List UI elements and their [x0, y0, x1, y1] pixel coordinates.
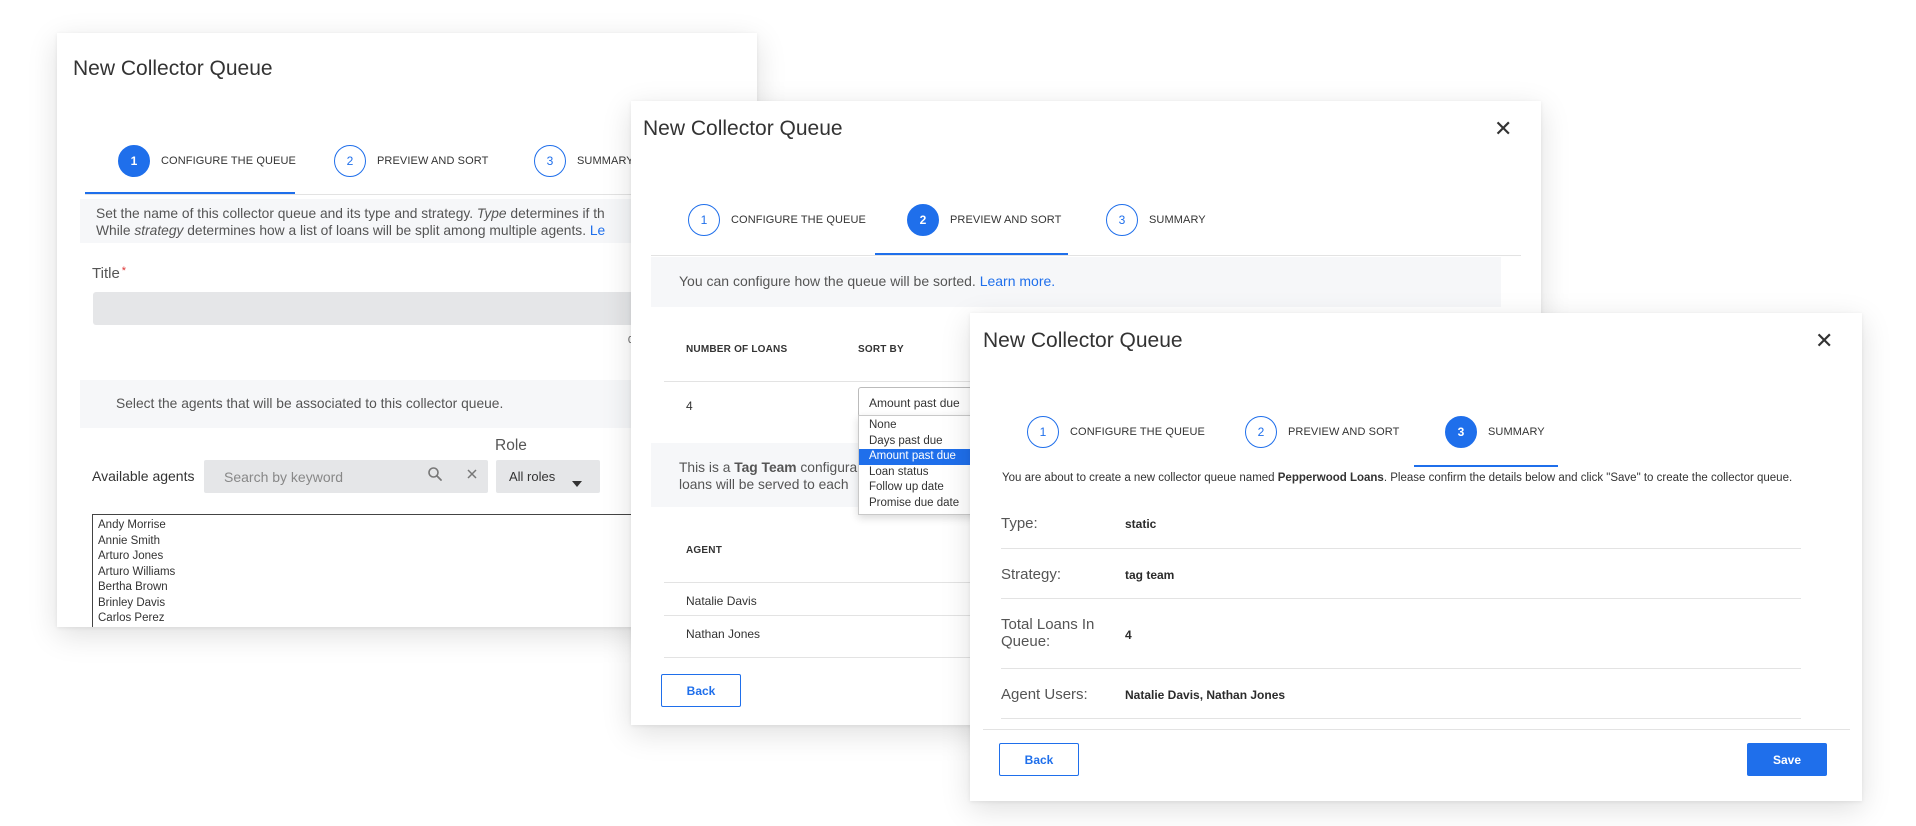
step-summary[interactable]: 3 SUMMARY [1106, 204, 1206, 236]
search-icon[interactable] [427, 466, 443, 487]
table-row: Nathan Jones [686, 627, 761, 641]
agent-search-box[interactable]: Search by keyword [204, 460, 488, 493]
summary-label-total-loans: Total Loans In Queue: [1001, 616, 1095, 650]
sort-option[interactable]: Loan status [859, 465, 987, 481]
step-number: 3 [1106, 204, 1138, 236]
intro-text: While [96, 223, 135, 238]
step-configure-queue[interactable]: 1 CONFIGURE THE QUEUE [1027, 416, 1205, 448]
step-number: 2 [907, 204, 939, 236]
clear-icon[interactable] [465, 467, 479, 486]
step-label: CONFIGURE THE QUEUE [161, 155, 296, 167]
queue-name: Pepperwood Loans [1277, 472, 1384, 484]
loan-count: 4 [686, 399, 693, 413]
intro-type: Type [476, 206, 507, 221]
sort-option[interactable]: Promise due date [859, 496, 987, 512]
summary-divider [1001, 668, 1801, 669]
close-icon[interactable]: ✕ [1815, 330, 1833, 352]
step-label: PREVIEW AND SORT [1288, 426, 1400, 438]
title-label-text: Title [92, 265, 120, 282]
sort-option-selected[interactable]: Amount past due [859, 449, 987, 465]
sort-info: You can configure how the queue will be … [651, 257, 1501, 307]
step-label: CONFIGURE THE QUEUE [1070, 426, 1205, 438]
active-tab-underline [1414, 465, 1558, 467]
step-label: SUMMARY [1149, 214, 1206, 226]
footer-divider [983, 729, 1850, 730]
learn-more-link[interactable]: Le [590, 223, 605, 238]
step-preview-sort[interactable]: 2 PREVIEW AND SORT [334, 145, 488, 177]
available-agents-label: Available agents [92, 468, 195, 484]
step-number: 1 [1027, 416, 1059, 448]
sort-option[interactable]: None [859, 418, 987, 434]
required-asterisk: * [121, 265, 127, 277]
agents-info-text: Select the agents that will be associate… [116, 396, 504, 411]
sort-option[interactable]: Follow up date [859, 480, 987, 496]
sort-by-select[interactable]: Amount past due [858, 387, 988, 417]
summary-value-strategy: tag team [1125, 568, 1175, 582]
column-sort-by: SORT BY [858, 344, 904, 355]
sort-by-value: Amount past due [869, 396, 960, 410]
table-row: Natalie Davis [686, 594, 757, 608]
step-summary[interactable]: 3 SUMMARY [1445, 416, 1545, 448]
step-label: SUMMARY [1488, 426, 1545, 438]
step-label: CONFIGURE THE QUEUE [731, 214, 866, 226]
column-number-of-loans: NUMBER OF LOANS [686, 344, 788, 355]
learn-more-link[interactable]: Learn more. [980, 273, 1055, 289]
tag-info-text: configura [796, 460, 858, 475]
back-button[interactable]: Back [999, 743, 1079, 776]
dialog-title: New Collector Queue [73, 57, 273, 80]
step-preview-sort[interactable]: 2 PREVIEW AND SORT [907, 204, 1061, 236]
sort-options-dropdown[interactable]: None Days past due Amount past due Loan … [858, 415, 988, 515]
summary-label-type: Type: [1001, 515, 1038, 532]
step-configure-queue[interactable]: 1 CONFIGURE THE QUEUE [688, 204, 866, 236]
step-number: 3 [534, 145, 566, 177]
save-button[interactable]: Save [1747, 743, 1827, 776]
intro-text: determines how a list of loans will be s… [183, 223, 590, 238]
role-select[interactable]: All roles [496, 460, 600, 493]
sort-option[interactable]: Days past due [859, 434, 987, 450]
sort-info-text: You can configure how the queue will be … [679, 273, 980, 289]
dialog-title: New Collector Queue [643, 117, 843, 140]
step-summary[interactable]: 3 SUMMARY [534, 145, 634, 177]
intro-text: Set the name of this collector queue and… [96, 206, 477, 221]
column-agent: AGENT [686, 545, 722, 556]
role-label: Role [495, 437, 527, 454]
intro-text: determines if th [506, 206, 605, 221]
step-number: 2 [1245, 416, 1277, 448]
step-configure-queue[interactable]: 1 CONFIGURE THE QUEUE [118, 145, 296, 177]
tag-info-text: This is a [679, 460, 735, 475]
summary-label-agent-users: Agent Users: [1001, 686, 1088, 703]
confirm-text: You are about to create a new collector … [1002, 472, 1792, 484]
summary-value-total-loans: 4 [1125, 628, 1132, 642]
step-number: 3 [1445, 416, 1477, 448]
search-input[interactable]: Search by keyword [224, 469, 343, 485]
step-number: 1 [688, 204, 720, 236]
caret-down-icon [572, 474, 582, 492]
step-number: 2 [334, 145, 366, 177]
confirm-text-part: . Please confirm the details below and c… [1383, 472, 1793, 484]
tag-team-label: Tag Team [734, 460, 797, 475]
summary-value-agent-users: Natalie Davis, Nathan Jones [1125, 688, 1286, 702]
step-label: SUMMARY [577, 155, 634, 167]
summary-divider [1001, 548, 1801, 549]
summary-value-type: static [1125, 517, 1157, 531]
step-label: PREVIEW AND SORT [950, 214, 1062, 226]
tabs-divider [651, 255, 1521, 256]
title-label: Title * [92, 265, 126, 282]
back-button[interactable]: Back [661, 674, 741, 707]
summary-divider [1001, 718, 1801, 719]
dialog-title: New Collector Queue [983, 329, 1183, 352]
close-icon[interactable]: ✕ [1494, 118, 1512, 140]
intro-strategy: strategy [134, 223, 184, 238]
summary-label-strategy: Strategy: [1001, 566, 1062, 583]
step-preview-sort[interactable]: 2 PREVIEW AND SORT [1245, 416, 1399, 448]
confirm-text-part: You are about to create a new collector … [1002, 472, 1278, 484]
step-label: PREVIEW AND SORT [377, 155, 489, 167]
step-number: 1 [118, 145, 150, 177]
role-select-value: All roles [509, 469, 556, 484]
dialog-summary: New Collector Queue ✕ 1 CONFIGURE THE QU… [970, 313, 1862, 801]
summary-divider [1001, 598, 1801, 599]
